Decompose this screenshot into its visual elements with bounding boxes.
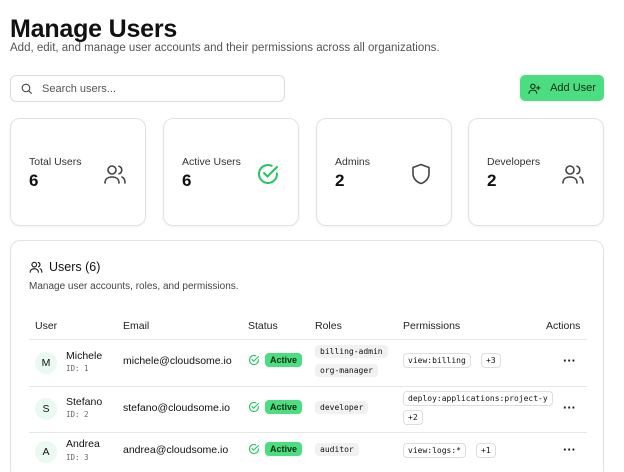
column-header-roles: Roles bbox=[315, 320, 342, 332]
status-badge: Active bbox=[265, 400, 303, 414]
stat-value: 2 bbox=[335, 171, 345, 190]
role-badge: developer bbox=[315, 401, 369, 414]
avatar: M bbox=[35, 352, 57, 374]
table-row: M Michele ID: 1 michele@cloudsome.io Act… bbox=[11, 340, 605, 386]
users-icon bbox=[104, 165, 126, 184]
status-badge: Active bbox=[265, 353, 303, 367]
avatar: S bbox=[35, 398, 57, 420]
permission-badge: view:billing bbox=[403, 353, 471, 368]
user-plus-icon bbox=[528, 83, 541, 94]
users-icon bbox=[562, 165, 584, 184]
add-user-label: Add User bbox=[550, 82, 596, 94]
stat-value: 6 bbox=[29, 171, 39, 190]
status-cell: Active bbox=[248, 400, 303, 414]
user-name: Stefano bbox=[66, 396, 103, 408]
stat-label: Admins bbox=[335, 156, 371, 168]
stat-label: Developers bbox=[487, 156, 541, 168]
user-email: stefano@cloudsome.io bbox=[123, 402, 230, 414]
user-email: andrea@cloudsome.io bbox=[123, 444, 229, 456]
add-user-button[interactable]: Add User bbox=[520, 75, 604, 101]
user-name: Andrea bbox=[66, 438, 100, 450]
users-icon bbox=[29, 261, 43, 273]
stat-value: 2 bbox=[487, 171, 497, 190]
column-header-status: Status bbox=[248, 320, 278, 332]
permission-more-badge[interactable]: +2 bbox=[403, 410, 423, 425]
users-panel-title: Users (6) bbox=[49, 260, 101, 274]
status-badge: Active bbox=[265, 442, 303, 456]
role-badge: auditor bbox=[315, 443, 359, 456]
users-panel: Users (6) Manage user accounts, roles, a… bbox=[10, 240, 604, 472]
status-cell: Active bbox=[248, 442, 303, 456]
column-header-permissions: Permissions bbox=[403, 320, 461, 332]
stat-label: Active Users bbox=[182, 156, 241, 168]
table-row: S Stefano ID: 2 stefano@cloudsome.io Act… bbox=[11, 387, 605, 433]
search-input[interactable] bbox=[42, 82, 262, 95]
stat-card-total-users: Total Users 6 bbox=[10, 118, 146, 226]
users-panel-header: Users (6) bbox=[29, 260, 100, 274]
table-row: A Andrea ID: 3 andrea@cloudsome.io Activ… bbox=[11, 433, 605, 472]
permission-more-badge[interactable]: +3 bbox=[481, 353, 501, 368]
user-id: ID: 1 bbox=[66, 364, 89, 373]
row-actions-button[interactable]: ··· bbox=[563, 442, 576, 457]
check-circle-icon bbox=[249, 443, 260, 455]
check-circle-icon bbox=[258, 164, 278, 184]
status-cell: Active bbox=[248, 353, 303, 367]
column-header-user: User bbox=[35, 320, 58, 332]
role-badge: billing-admin bbox=[315, 345, 388, 358]
stat-card-admins: Admins 2 bbox=[316, 118, 452, 226]
user-id: ID: 3 bbox=[66, 453, 89, 462]
column-header-actions: Actions bbox=[546, 320, 581, 332]
shield-icon bbox=[412, 163, 430, 185]
search-box[interactable] bbox=[10, 75, 285, 102]
role-badge: org-manager bbox=[315, 364, 378, 377]
permission-badge: view:logs:* bbox=[403, 443, 466, 458]
check-circle-icon bbox=[249, 354, 260, 366]
row-actions-button[interactable]: ··· bbox=[563, 353, 576, 368]
page-subtitle: Add, edit, and manage user accounts and … bbox=[10, 42, 440, 54]
stat-value: 6 bbox=[182, 171, 192, 190]
stat-card-active-users: Active Users 6 bbox=[163, 118, 299, 226]
check-circle-icon bbox=[249, 401, 260, 413]
user-email: michele@cloudsome.io bbox=[123, 355, 232, 367]
permission-badge: deploy:applications:project-y bbox=[403, 391, 553, 406]
stat-card-developers: Developers 2 bbox=[468, 118, 604, 226]
permission-more-badge[interactable]: +1 bbox=[476, 443, 496, 458]
row-actions-button[interactable]: ··· bbox=[563, 400, 576, 415]
users-panel-description: Manage user accounts, roles, and permiss… bbox=[29, 281, 239, 292]
stat-label: Total Users bbox=[29, 156, 82, 168]
user-id: ID: 2 bbox=[66, 410, 89, 419]
user-name: Michele bbox=[66, 350, 103, 362]
page-title: Manage Users bbox=[10, 15, 178, 43]
search-icon bbox=[21, 83, 32, 94]
column-header-email: Email bbox=[123, 320, 150, 332]
avatar: A bbox=[35, 441, 57, 463]
